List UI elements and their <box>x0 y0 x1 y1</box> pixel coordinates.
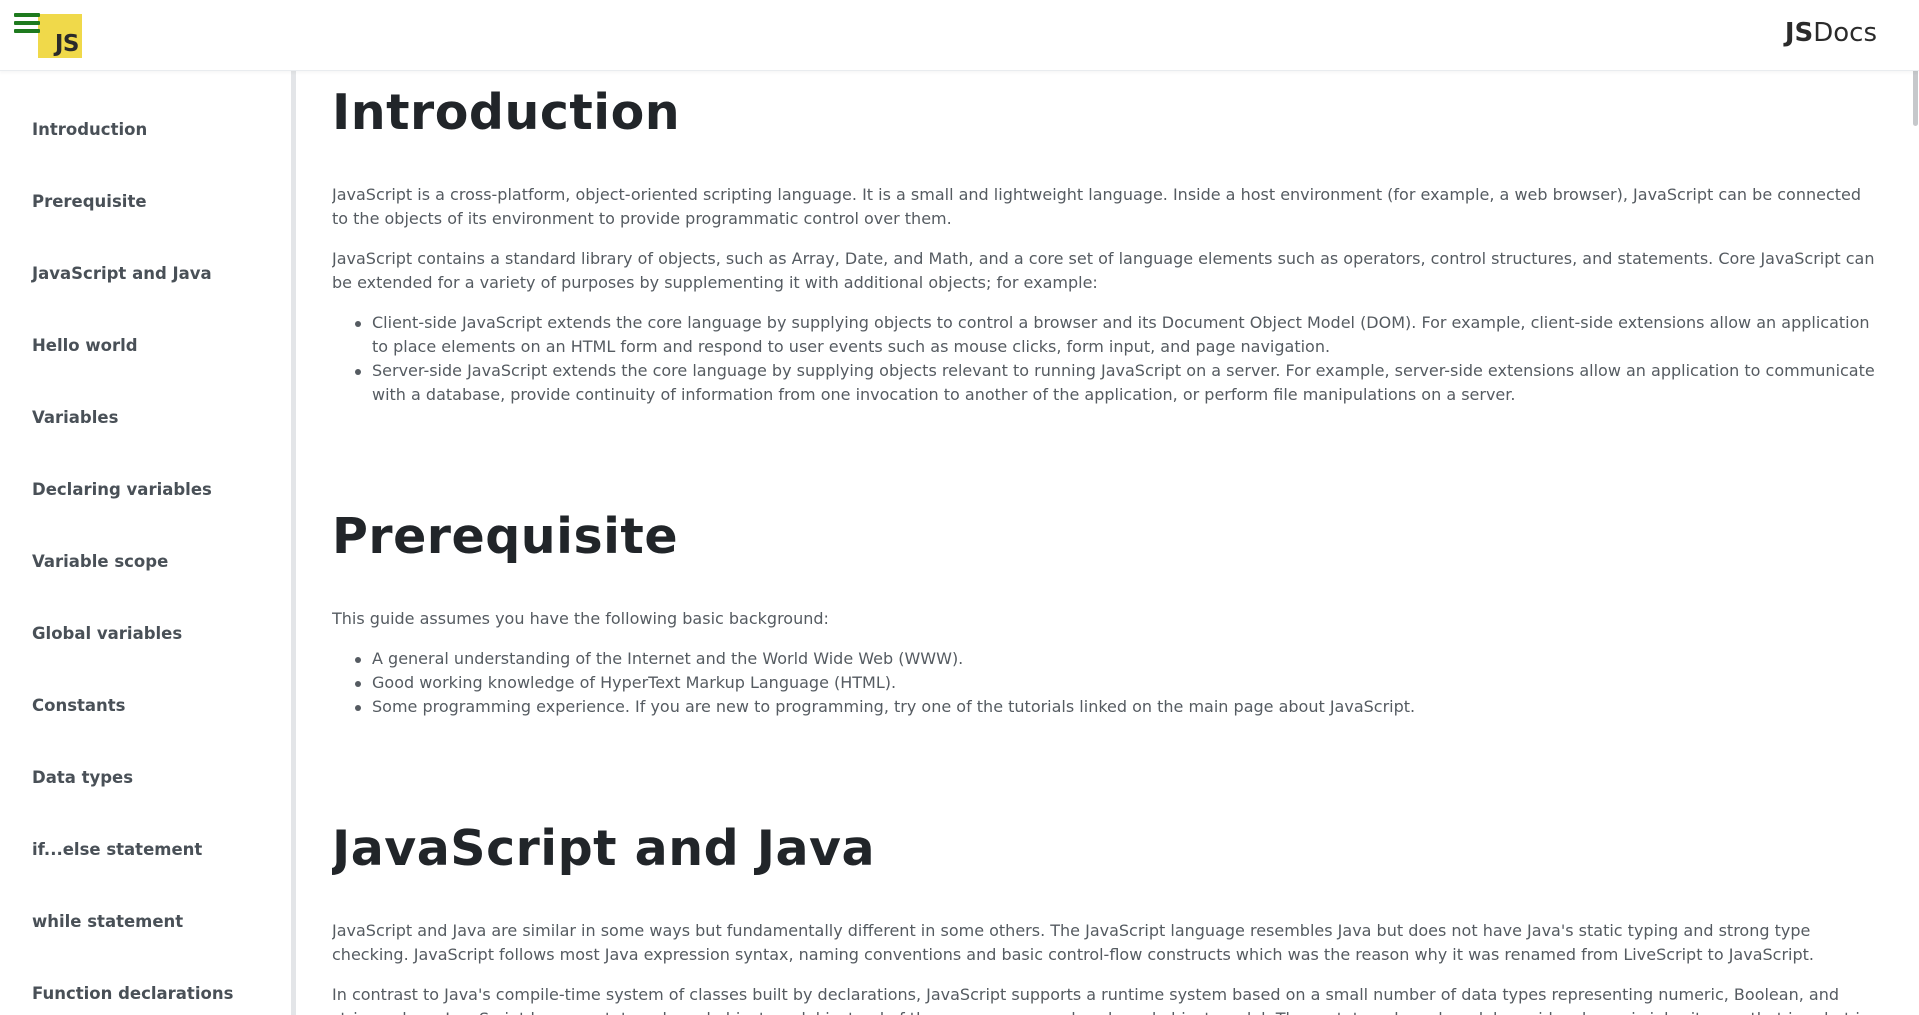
prerequisite-paragraph-1: This guide assumes you have the followin… <box>332 609 829 628</box>
sidebar-item-hello-world[interactable]: Hello world <box>32 336 138 355</box>
sidebar-item-prerequisite[interactable]: Prerequisite <box>32 192 147 211</box>
sidebar-item-data-types[interactable]: Data types <box>32 768 133 787</box>
brand-title[interactable]: JSDocs <box>1785 18 1877 48</box>
sidebar-item-function-declarations[interactable]: Function declarations <box>32 984 233 1003</box>
sidebar-item-global-variables[interactable]: Global variables <box>32 624 182 643</box>
js-java-paragraph-1: JavaScript and Java are similar in some … <box>332 921 1814 964</box>
sidebar-item-variable-scope[interactable]: Variable scope <box>32 552 168 571</box>
main-content: Introduction JavaScript is a cross-platf… <box>332 71 1887 1015</box>
js-logo[interactable]: JS <box>38 14 82 58</box>
brand-bold: JS <box>1784 18 1814 48</box>
prerequisite-bullet-list: A general understanding of the Internet … <box>355 647 1877 719</box>
sidebar-item-javascript-and-java[interactable]: JavaScript and Java <box>32 264 212 283</box>
sidebar-item-introduction[interactable]: Introduction <box>32 120 147 139</box>
hamburger-menu-icon[interactable] <box>14 12 40 34</box>
top-navbar: JSDocs <box>0 0 1919 71</box>
list-item: Client-side JavaScript extends the core … <box>355 311 1877 359</box>
section-title-introduction: Introduction <box>332 84 681 141</box>
list-item: Some programming experience. If you are … <box>355 695 1877 719</box>
intro-bullet-list: Client-side JavaScript extends the core … <box>355 311 1877 407</box>
intro-paragraph-1: JavaScript is a cross-platform, object-o… <box>332 185 1862 228</box>
section-title-javascript-and-java: JavaScript and Java <box>332 820 876 877</box>
logo-text: JS <box>54 31 80 57</box>
sidebar-item-if-else-statement[interactable]: if...else statement <box>32 840 202 859</box>
page-scrollbar[interactable] <box>1911 0 1919 1015</box>
brand-light: Docs <box>1813 18 1877 48</box>
list-item: Good working knowledge of HyperText Mark… <box>355 671 1877 695</box>
sidebar-nav: Introduction Prerequisite JavaScript and… <box>0 71 296 1015</box>
intro-paragraph-2: JavaScript contains a standard library o… <box>332 249 1875 292</box>
list-item: Server-side JavaScript extends the core … <box>355 359 1877 407</box>
sidebar-item-while-statement[interactable]: while statement <box>32 912 183 931</box>
sidebar-item-constants[interactable]: Constants <box>32 696 126 715</box>
sidebar-item-variables[interactable]: Variables <box>32 408 118 427</box>
section-title-prerequisite: Prerequisite <box>332 508 679 565</box>
js-java-paragraph-2: In contrast to Java's compile-time syste… <box>332 985 1868 1015</box>
list-item: A general understanding of the Internet … <box>355 647 1877 671</box>
sidebar-item-declaring-variables[interactable]: Declaring variables <box>32 480 212 499</box>
